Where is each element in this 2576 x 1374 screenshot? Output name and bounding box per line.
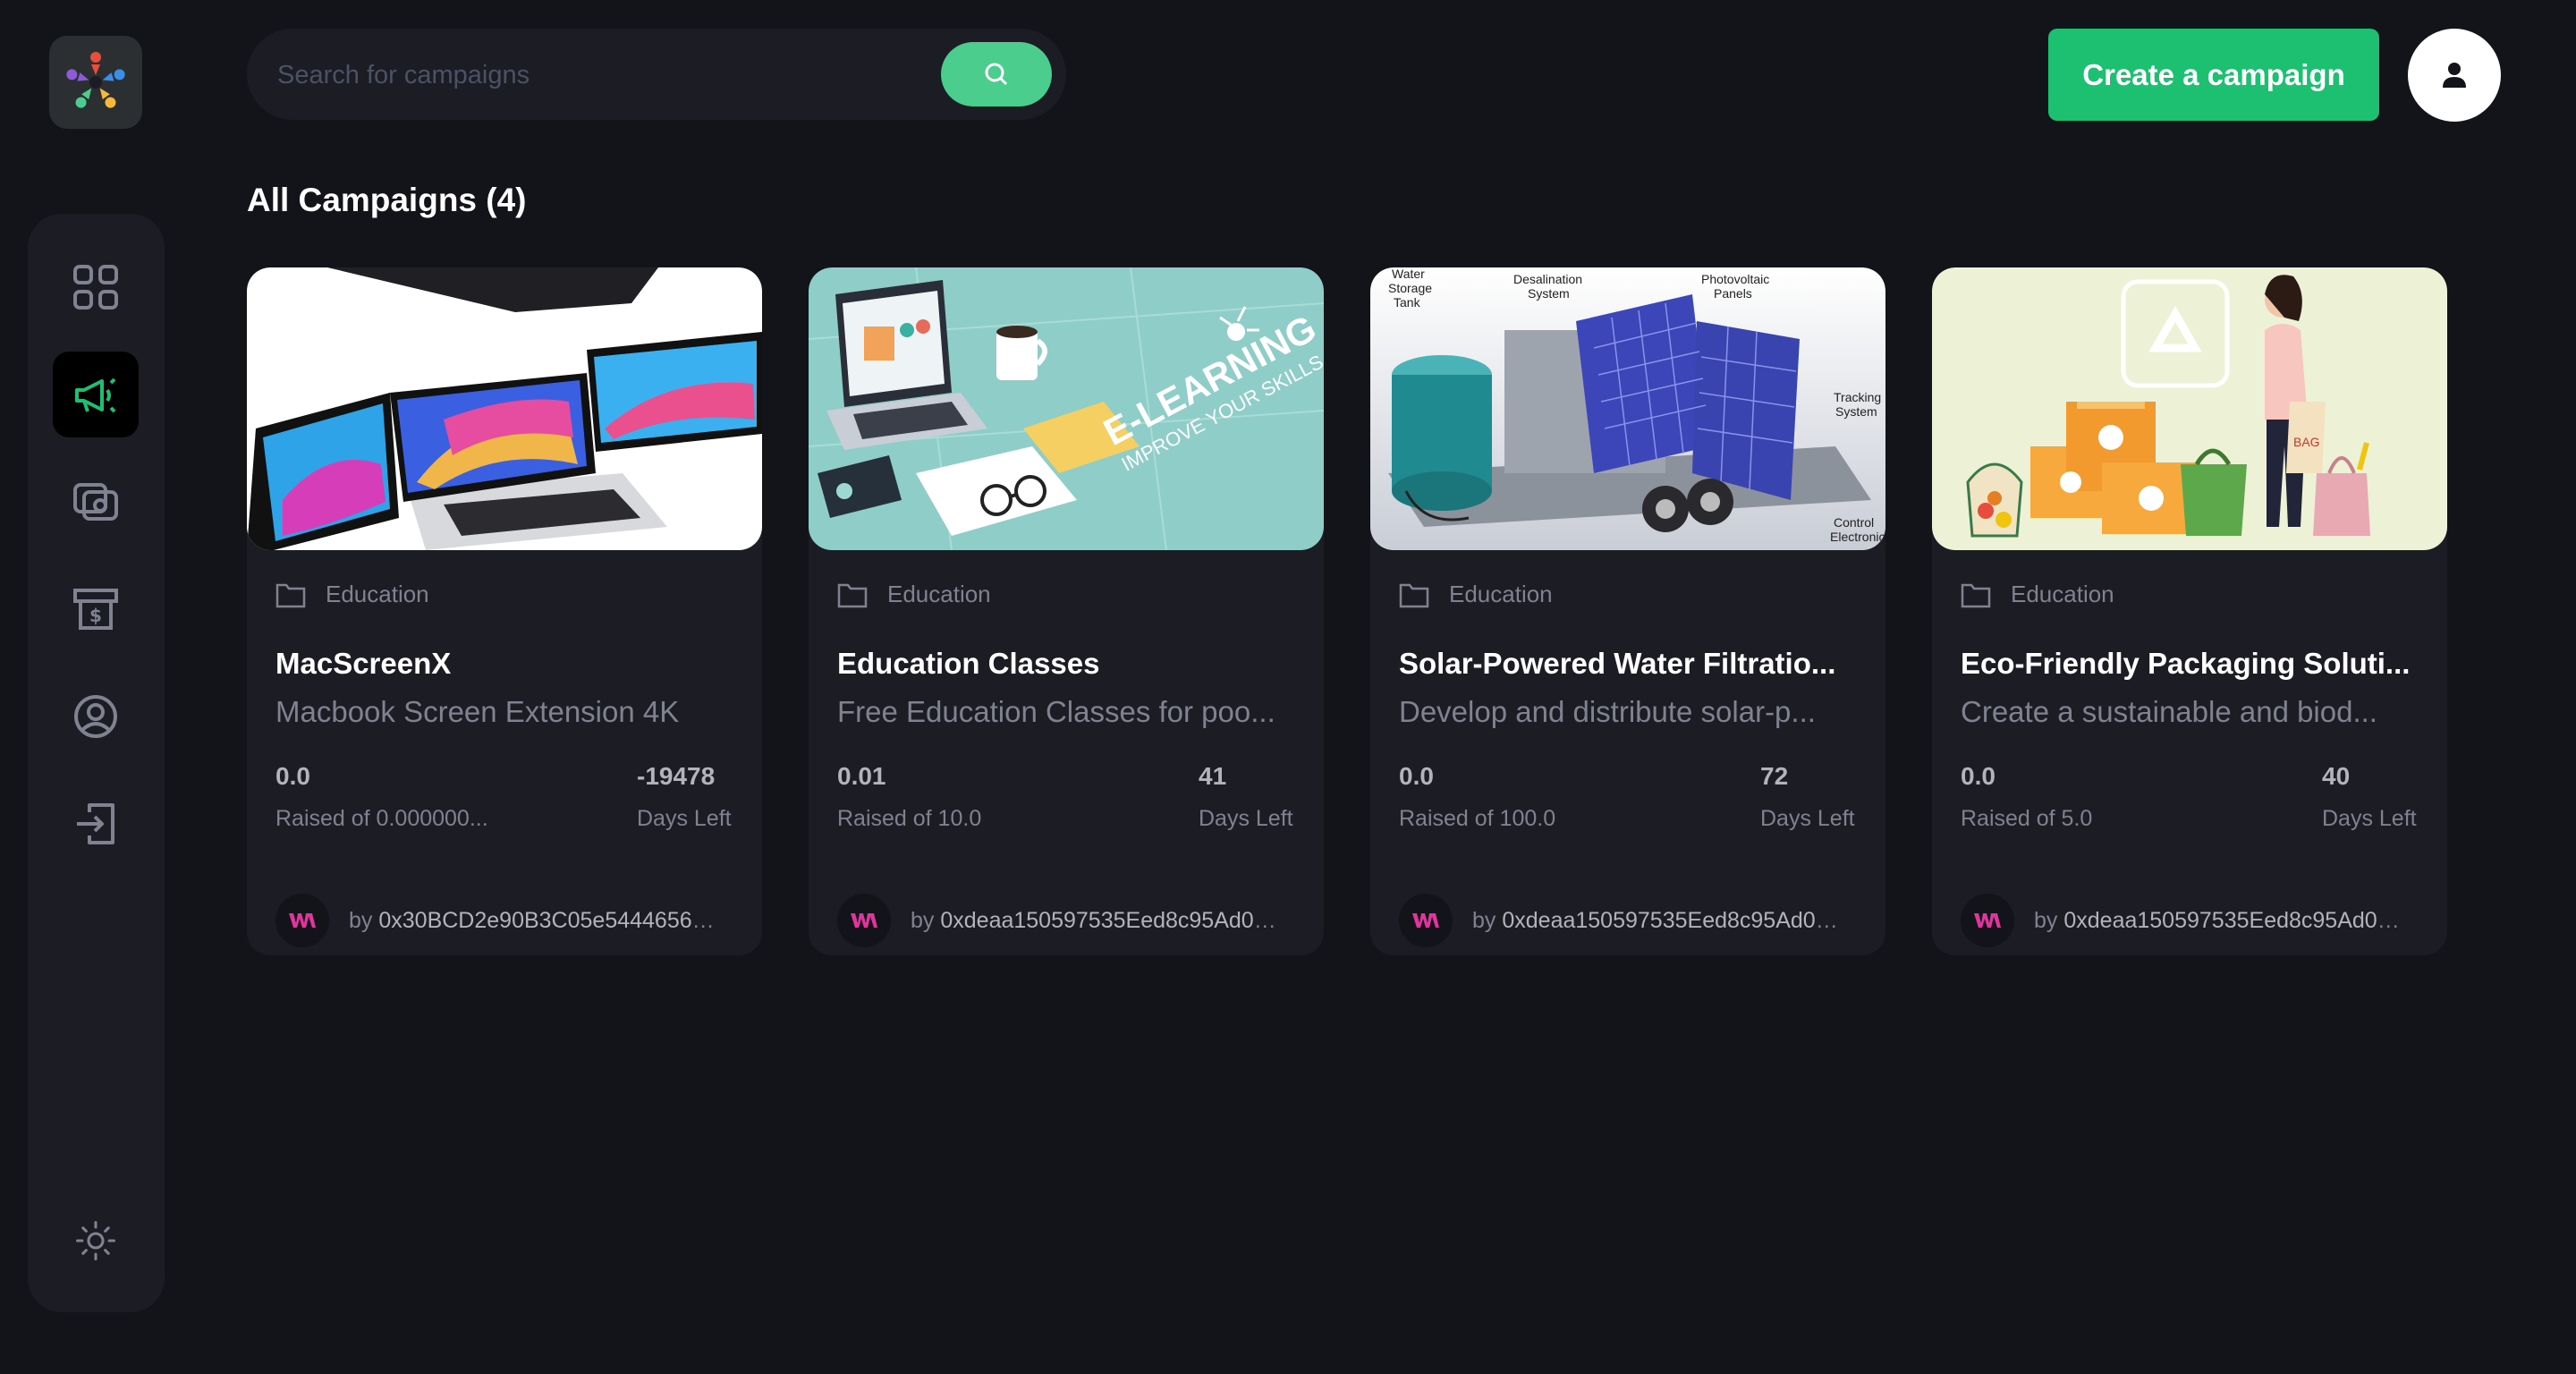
- campaign-title: MacScreenX: [275, 647, 452, 680]
- campaign-card[interactable]: Education MacScreenX Macbook Screen Exte…: [247, 267, 762, 955]
- days-left-value: 72: [1760, 762, 1789, 790]
- svg-text:Desalination: Desalination: [1513, 272, 1582, 286]
- days-left-label: Days Left: [2322, 806, 2417, 831]
- amount-raised: 0.0: [1961, 762, 1996, 790]
- create-campaign-button[interactable]: Create a campaign: [2048, 29, 2379, 121]
- svg-text:Tank: Tank: [1394, 295, 1421, 310]
- campaign-card[interactable]: E-LEARNING IMPROVE YOUR SKILLS Education…: [809, 267, 1324, 955]
- app-logo[interactable]: [49, 36, 142, 129]
- owner-logo-icon: [851, 913, 877, 928]
- owner-avatar: [275, 894, 329, 947]
- campaign-image: E-LEARNING IMPROVE YOUR SKILLS: [809, 267, 1324, 550]
- days-left-label: Days Left: [1199, 806, 1293, 831]
- category-tag: Education: [837, 581, 991, 608]
- owner-avatar: [837, 894, 891, 947]
- owner-address: by 0x30BCD2e90B3C05e54446568d...: [349, 907, 724, 933]
- dashboard-icon: [73, 265, 118, 310]
- profile-icon: [74, 695, 117, 738]
- category-label: Education: [1449, 581, 1553, 607]
- folder-icon: [1399, 583, 1429, 607]
- logo-icon: [66, 52, 125, 108]
- amount-raised: 0.0: [1399, 762, 1434, 790]
- campaign-description: Macbook Screen Extension 4K: [275, 695, 680, 728]
- svg-text:System: System: [1835, 404, 1877, 419]
- svg-text:Photovoltaic: Photovoltaic: [1701, 272, 1769, 286]
- svg-text:Control: Control: [1834, 515, 1874, 530]
- target-label: Raised of 100.0: [1399, 806, 1556, 831]
- user-icon: [2443, 63, 2466, 88]
- search-input[interactable]: [275, 52, 905, 98]
- page-title: All Campaigns (4): [247, 182, 527, 218]
- amount-raised: 0.0: [275, 762, 310, 790]
- sidebar-item-logout[interactable]: [53, 781, 139, 867]
- campaign-title: Solar-Powered Water Filtratio...: [1399, 647, 1836, 680]
- category-label: Education: [2011, 581, 2114, 607]
- campaign-image: BAG: [1932, 267, 2447, 550]
- target-label: Raised of 5.0: [1961, 806, 2093, 831]
- withdraw-icon: $: [73, 589, 118, 630]
- owner-logo-icon: [1974, 913, 2001, 928]
- sidebar-item-withdraw[interactable]: $: [53, 566, 139, 652]
- owner-address: by 0xdeaa150597535Eed8c95Ad090...: [2034, 907, 2410, 933]
- owner-logo-icon: [289, 913, 316, 928]
- owner-logo-icon: [1412, 913, 1439, 928]
- svg-text:Storage: Storage: [1388, 281, 1432, 295]
- campaign-description: Develop and distribute solar-p...: [1399, 695, 1816, 728]
- campaign-title: Eco-Friendly Packaging Soluti...: [1961, 647, 2411, 680]
- svg-text:System: System: [1528, 286, 1570, 301]
- owner-avatar: [1961, 894, 2014, 947]
- payment-icon: [73, 483, 118, 521]
- sidebar: $: [28, 214, 165, 1312]
- campaign-image: Water Storage Tank Desalination System Phot…: [1370, 267, 1885, 550]
- days-left-label: Days Left: [1760, 806, 1855, 831]
- campaign-card[interactable]: Water Storage Tank Desalination System Phot…: [1370, 267, 1885, 955]
- category-label: Education: [887, 581, 991, 607]
- campaign-owner: by 0xdeaa150597535Eed8c95Ad090...: [837, 894, 1286, 947]
- category-tag: Education: [275, 581, 429, 608]
- owner-avatar: [1399, 894, 1453, 947]
- theme-toggle-button[interactable]: [53, 1198, 139, 1284]
- campaign-description: Create a sustainable and biod...: [1961, 695, 2377, 728]
- folder-icon: [1961, 583, 1991, 607]
- category-label: Education: [326, 581, 429, 607]
- folder-icon: [837, 583, 868, 607]
- svg-text:Panels: Panels: [1714, 286, 1752, 301]
- days-left-label: Days Left: [637, 806, 732, 831]
- days-left-value: -19478: [637, 762, 716, 790]
- campaign-card[interactable]: BAG Education Eco-Friendly Packaging Sol…: [1932, 267, 2447, 955]
- target-label: Raised of 10.0: [837, 806, 982, 831]
- days-left-value: 41: [1199, 762, 1227, 790]
- logout-icon: [77, 803, 114, 844]
- campaign-description: Free Education Classes for poo...: [837, 695, 1275, 728]
- days-left-value: 40: [2322, 762, 2351, 790]
- search-bar: [247, 29, 1066, 120]
- search-icon: [985, 63, 1008, 86]
- category-tag: Education: [1399, 581, 1553, 608]
- sun-icon: [76, 1221, 115, 1260]
- campaign-title: Education Classes: [837, 647, 1100, 680]
- owner-address: by 0xdeaa150597535Eed8c95Ad090...: [911, 907, 1286, 933]
- target-label: Raised of 0.000000...: [275, 806, 488, 831]
- campaign-image: [247, 267, 762, 550]
- svg-text:Water: Water: [1392, 267, 1425, 281]
- svg-text:Electronics: Electronics: [1830, 530, 1885, 544]
- amount-raised: 0.01: [837, 762, 886, 790]
- owner-address: by 0xdeaa150597535Eed8c95Ad090...: [1472, 907, 1848, 933]
- campaign-owner: by 0x30BCD2e90B3C05e54446568d...: [275, 894, 724, 947]
- svg-text:BAG: BAG: [2293, 435, 2320, 449]
- category-tag: Education: [1961, 581, 2114, 608]
- search-button[interactable]: [941, 42, 1052, 106]
- svg-text:Tracking: Tracking: [1834, 390, 1881, 404]
- sidebar-item-profile[interactable]: [53, 674, 139, 759]
- folder-icon: [275, 583, 306, 607]
- svg-text:$: $: [89, 605, 102, 626]
- profile-button[interactable]: [2408, 29, 2501, 122]
- sidebar-item-dashboard[interactable]: [53, 244, 139, 330]
- sidebar-item-payment[interactable]: [53, 459, 139, 545]
- campaign-owner: by 0xdeaa150597535Eed8c95Ad090...: [1399, 894, 1848, 947]
- sidebar-item-campaign[interactable]: [53, 352, 139, 437]
- campaign-owner: by 0xdeaa150597535Eed8c95Ad090...: [1961, 894, 2410, 947]
- campaign-icon: [75, 377, 116, 413]
